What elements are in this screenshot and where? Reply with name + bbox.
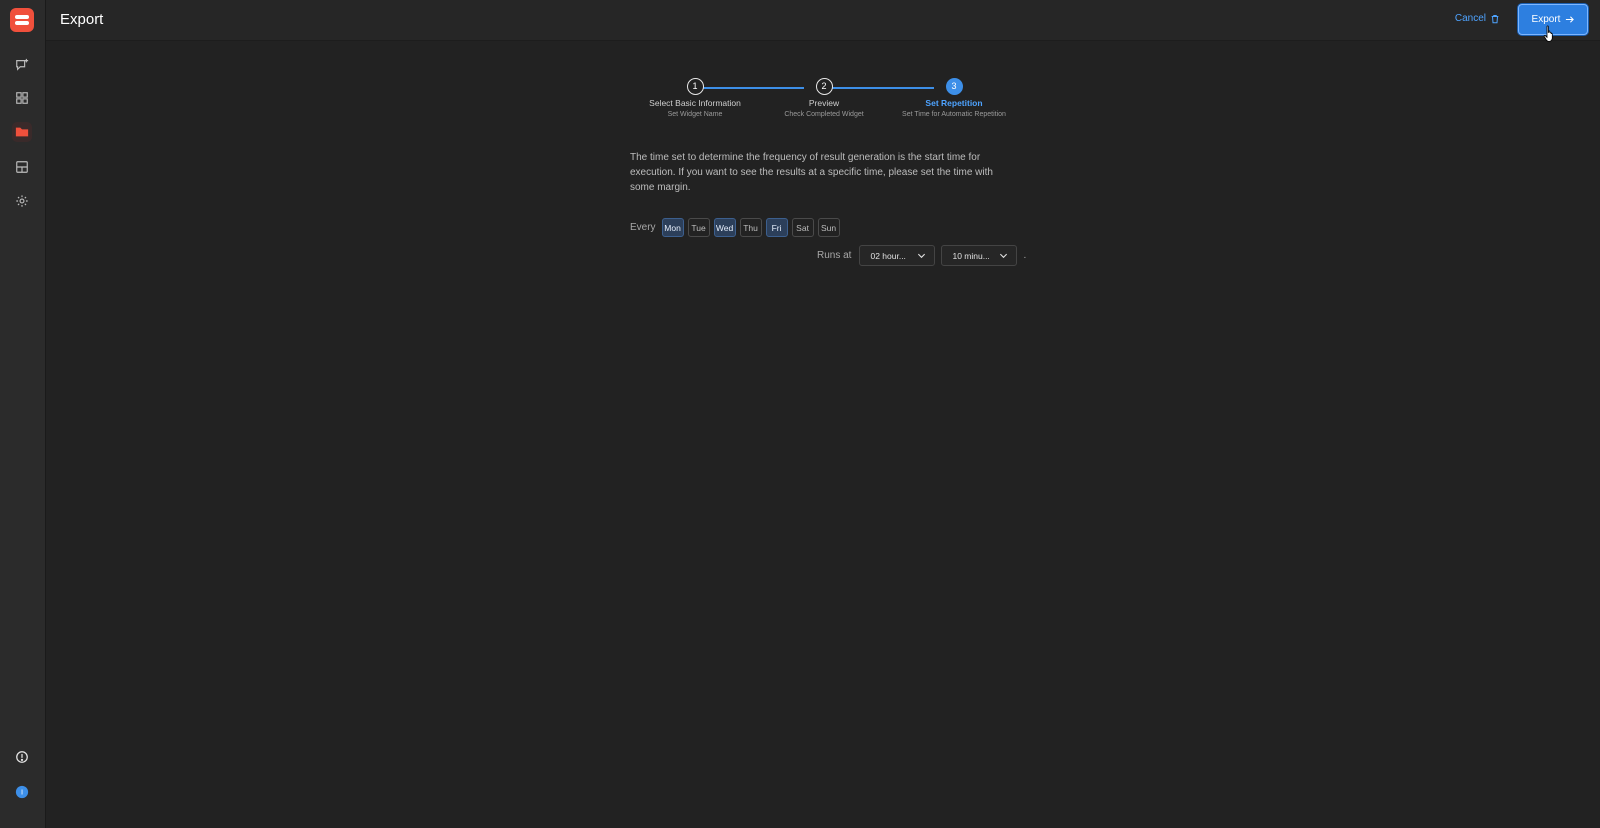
chevron-down-icon xyxy=(1000,253,1008,259)
step-3[interactable]: 3 Set Repetition Set Time for Automatic … xyxy=(884,78,1024,118)
page-title: Export xyxy=(60,11,104,28)
cancel-label: Cancel xyxy=(1454,13,1486,24)
day-toggle-tue[interactable]: Tue xyxy=(687,218,710,237)
hour-select-value: 02 hour... xyxy=(870,250,906,261)
step-subtitle: Set Time for Automatic Repetition xyxy=(902,111,1006,118)
minute-select[interactable]: 10 minu... xyxy=(941,245,1018,266)
folder-icon[interactable] xyxy=(12,122,32,142)
user-avatar-icon[interactable]: I xyxy=(12,782,32,802)
top-bar: Export Cancel Export xyxy=(46,0,1600,41)
hand-cursor-icon xyxy=(1543,25,1553,42)
sidebar: I xyxy=(0,0,46,828)
stepper: 1 Select Basic Information Set Widget Na… xyxy=(610,78,1020,128)
chat-plus-icon[interactable] xyxy=(12,55,32,75)
cancel-button[interactable]: Cancel xyxy=(1455,13,1500,24)
step-title: Select Basic Information xyxy=(649,98,741,108)
step-title: Set Repetition xyxy=(925,98,983,108)
day-toggle-wed[interactable]: Wed xyxy=(713,218,736,237)
repetition-description: The time set to determine the frequency … xyxy=(630,152,993,193)
runs-at-period: . xyxy=(1023,250,1027,261)
runs-at-row: Runs at 02 hour... 10 minu... . xyxy=(817,245,1026,266)
runs-at-label: Runs at xyxy=(817,250,852,261)
day-toggle-fri[interactable]: Fri xyxy=(765,218,788,237)
step-1[interactable]: 1 Select Basic Information Set Widget Na… xyxy=(625,78,765,118)
chevron-down-icon xyxy=(918,253,926,259)
step-subtitle: Check Completed Widget xyxy=(784,111,864,118)
app-logo-icon[interactable] xyxy=(10,8,34,32)
grid-icon[interactable] xyxy=(12,88,32,108)
arrow-right-icon xyxy=(1566,16,1575,23)
hour-select[interactable]: 02 hour... xyxy=(859,245,936,266)
minute-select-value: 10 minu... xyxy=(952,250,990,261)
layout-icon[interactable] xyxy=(12,157,32,177)
day-toggle-thu[interactable]: Thu xyxy=(739,218,762,237)
help-icon[interactable] xyxy=(12,747,32,767)
step-2[interactable]: 2 Preview Check Completed Widget xyxy=(754,78,894,118)
day-toggle-sun[interactable]: Sun xyxy=(817,218,840,237)
day-toggle-mon[interactable]: Mon xyxy=(661,218,684,237)
day-selector: Every Mon Tue Wed Thu Fri Sat Sun xyxy=(630,217,840,238)
step-title: Preview xyxy=(808,98,840,108)
step-subtitle: Set Widget Name xyxy=(667,111,723,118)
step-number: 1 xyxy=(686,78,704,95)
step-number: 2 xyxy=(815,78,833,95)
trash-icon xyxy=(1491,14,1499,23)
step-number: 3 xyxy=(945,78,963,95)
svg-text:I: I xyxy=(21,789,23,797)
export-label: Export xyxy=(1531,14,1561,25)
gear-icon[interactable] xyxy=(12,191,32,211)
every-label: Every xyxy=(630,222,656,233)
day-toggle-sat[interactable]: Sat xyxy=(791,218,814,237)
